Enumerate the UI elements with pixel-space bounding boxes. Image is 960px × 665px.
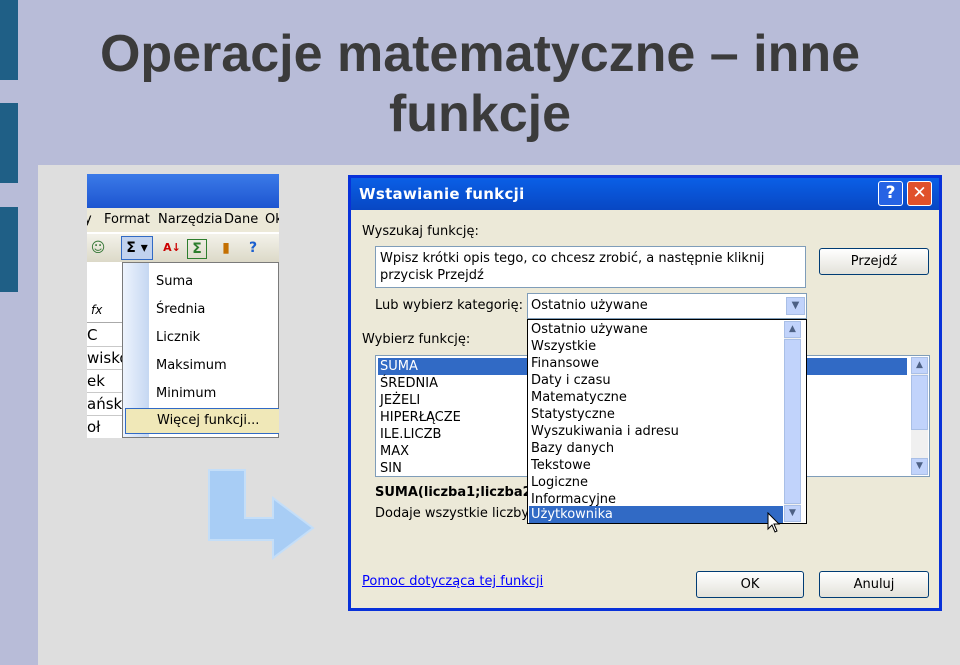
menu-item-max[interactable]: Maksimum bbox=[156, 358, 227, 373]
category-item[interactable]: Wszystkie bbox=[529, 338, 783, 355]
scroll-down-icon[interactable]: ▼ bbox=[784, 505, 801, 522]
scroll-thumb[interactable] bbox=[911, 375, 928, 430]
menu-item-min[interactable]: Minimum bbox=[156, 386, 216, 401]
dialog-title: Wstawianie funkcji bbox=[359, 185, 525, 203]
formula-bar: fx bbox=[87, 300, 122, 323]
menu-item-format[interactable]: Format bbox=[104, 212, 150, 227]
chart-icon[interactable]: ▮ bbox=[217, 239, 235, 257]
function-item[interactable]: MAX bbox=[378, 443, 409, 460]
excel-screenshot: y Format Narzędzia Dane Ok ☺ Σ ▾ A↓ Σ ▮ … bbox=[87, 174, 279, 438]
cell[interactable]: ek bbox=[87, 370, 124, 393]
category-label: Lub wybierz kategorię: bbox=[375, 298, 524, 313]
dialog-titlebar: Wstawianie funkcji ? ✕ bbox=[351, 178, 939, 210]
function-item[interactable]: JEŻELI bbox=[378, 392, 420, 409]
cell[interactable]: C bbox=[87, 324, 124, 347]
cell[interactable]: ańska bbox=[87, 393, 124, 416]
category-item[interactable]: Logiczne bbox=[529, 474, 783, 491]
category-item-highlighted[interactable]: Użytkownika bbox=[529, 506, 783, 523]
cell[interactable]: wisko bbox=[87, 347, 124, 370]
function-item[interactable]: ILE.LICZB bbox=[378, 426, 441, 443]
excel-toolbar: ☺ Σ ▾ A↓ Σ ▮ ? bbox=[87, 234, 279, 262]
autosum-button[interactable]: Σ ▾ bbox=[121, 236, 153, 260]
menu-item-window[interactable]: Ok bbox=[265, 212, 279, 227]
more-functions-label: Więcej funkcji... bbox=[157, 413, 260, 428]
go-button[interactable]: Przejdź bbox=[819, 248, 929, 275]
cell[interactable]: oł bbox=[87, 416, 124, 438]
insert-function-dialog: Wstawianie funkcji ? ✕ Wyszukaj funkcję:… bbox=[348, 175, 942, 611]
help-link[interactable]: Pomoc dotycząca tej funkcji bbox=[362, 574, 543, 589]
category-item[interactable]: Statystyczne bbox=[529, 406, 783, 423]
more-functions-item[interactable]: Więcej funkcji... bbox=[125, 408, 279, 434]
category-item[interactable]: Tekstowe bbox=[529, 457, 783, 474]
excel-titlebar bbox=[87, 174, 279, 208]
sigma-icon[interactable]: Σ bbox=[187, 239, 207, 259]
scroll-thumb[interactable] bbox=[784, 339, 801, 504]
function-description: Dodaje wszystkie liczby bbox=[375, 506, 530, 521]
close-button[interactable]: ✕ bbox=[907, 181, 932, 206]
category-value: Ostatnio używane bbox=[531, 298, 648, 313]
slide-title: Operacje matematyczne – inne funkcje bbox=[99, 25, 861, 143]
chevron-down-icon[interactable]: ▼ bbox=[786, 297, 805, 315]
category-list-scrollbar[interactable]: ▲ ▼ bbox=[784, 321, 801, 522]
help-icon[interactable]: ? bbox=[244, 239, 262, 257]
menu-item-data[interactable]: Dane bbox=[224, 212, 258, 227]
menu-item-tools[interactable]: Narzędzia bbox=[158, 212, 223, 227]
menu-item-average[interactable]: Średnia bbox=[156, 302, 205, 317]
menu-item-count[interactable]: Licznik bbox=[156, 330, 200, 345]
function-list-scrollbar[interactable]: ▲ ▼ bbox=[911, 357, 928, 475]
people-icon[interactable]: ☺ bbox=[89, 239, 107, 257]
category-item[interactable]: Bazy danych bbox=[529, 440, 783, 457]
search-label: Wyszukaj funkcję: bbox=[362, 224, 479, 239]
slide-decoration-bars bbox=[0, 0, 18, 665]
function-item[interactable]: ŚREDNIA bbox=[378, 375, 438, 392]
category-item[interactable]: Finansowe bbox=[529, 355, 783, 372]
excel-menubar: y Format Narzędzia Dane Ok bbox=[87, 208, 279, 232]
help-button[interactable]: ? bbox=[878, 181, 903, 206]
function-signature: SUMA(liczba1;liczba2 bbox=[375, 485, 532, 500]
cancel-button[interactable]: Anuluj bbox=[819, 571, 929, 598]
menu-item-view[interactable]: y bbox=[87, 212, 92, 227]
category-select[interactable]: Ostatnio używane ▼ bbox=[527, 293, 807, 319]
mouse-cursor-icon bbox=[767, 512, 781, 533]
ok-button[interactable]: OK bbox=[696, 571, 804, 598]
scroll-up-icon[interactable]: ▲ bbox=[784, 321, 801, 338]
menu-item-sum[interactable]: Suma bbox=[156, 274, 193, 289]
arrow-right-icon bbox=[208, 469, 315, 560]
category-dropdown-list: Ostatnio używane Wszystkie Finansowe Dat… bbox=[527, 319, 807, 533]
function-item[interactable]: HIPERŁĄCZE bbox=[378, 409, 461, 426]
sort-az-icon[interactable]: A↓ bbox=[163, 239, 181, 257]
function-item[interactable]: SIN bbox=[378, 460, 402, 477]
category-item[interactable]: Ostatnio używane bbox=[529, 321, 783, 338]
search-input[interactable]: Wpisz krótki opis tego, co chcesz zrobić… bbox=[375, 246, 806, 288]
select-function-label: Wybierz funkcję: bbox=[362, 332, 471, 347]
category-item[interactable]: Matematyczne bbox=[529, 389, 783, 406]
category-item[interactable]: Wyszukiwania i adresu bbox=[529, 423, 783, 440]
scroll-down-icon[interactable]: ▼ bbox=[911, 458, 928, 475]
category-item[interactable]: Daty i czasu bbox=[529, 372, 783, 389]
autosum-dropdown-menu: Suma Średnia Licznik Maksimum Minimum Wi… bbox=[122, 262, 279, 438]
scroll-up-icon[interactable]: ▲ bbox=[911, 357, 928, 374]
fx-label: fx bbox=[91, 303, 103, 317]
